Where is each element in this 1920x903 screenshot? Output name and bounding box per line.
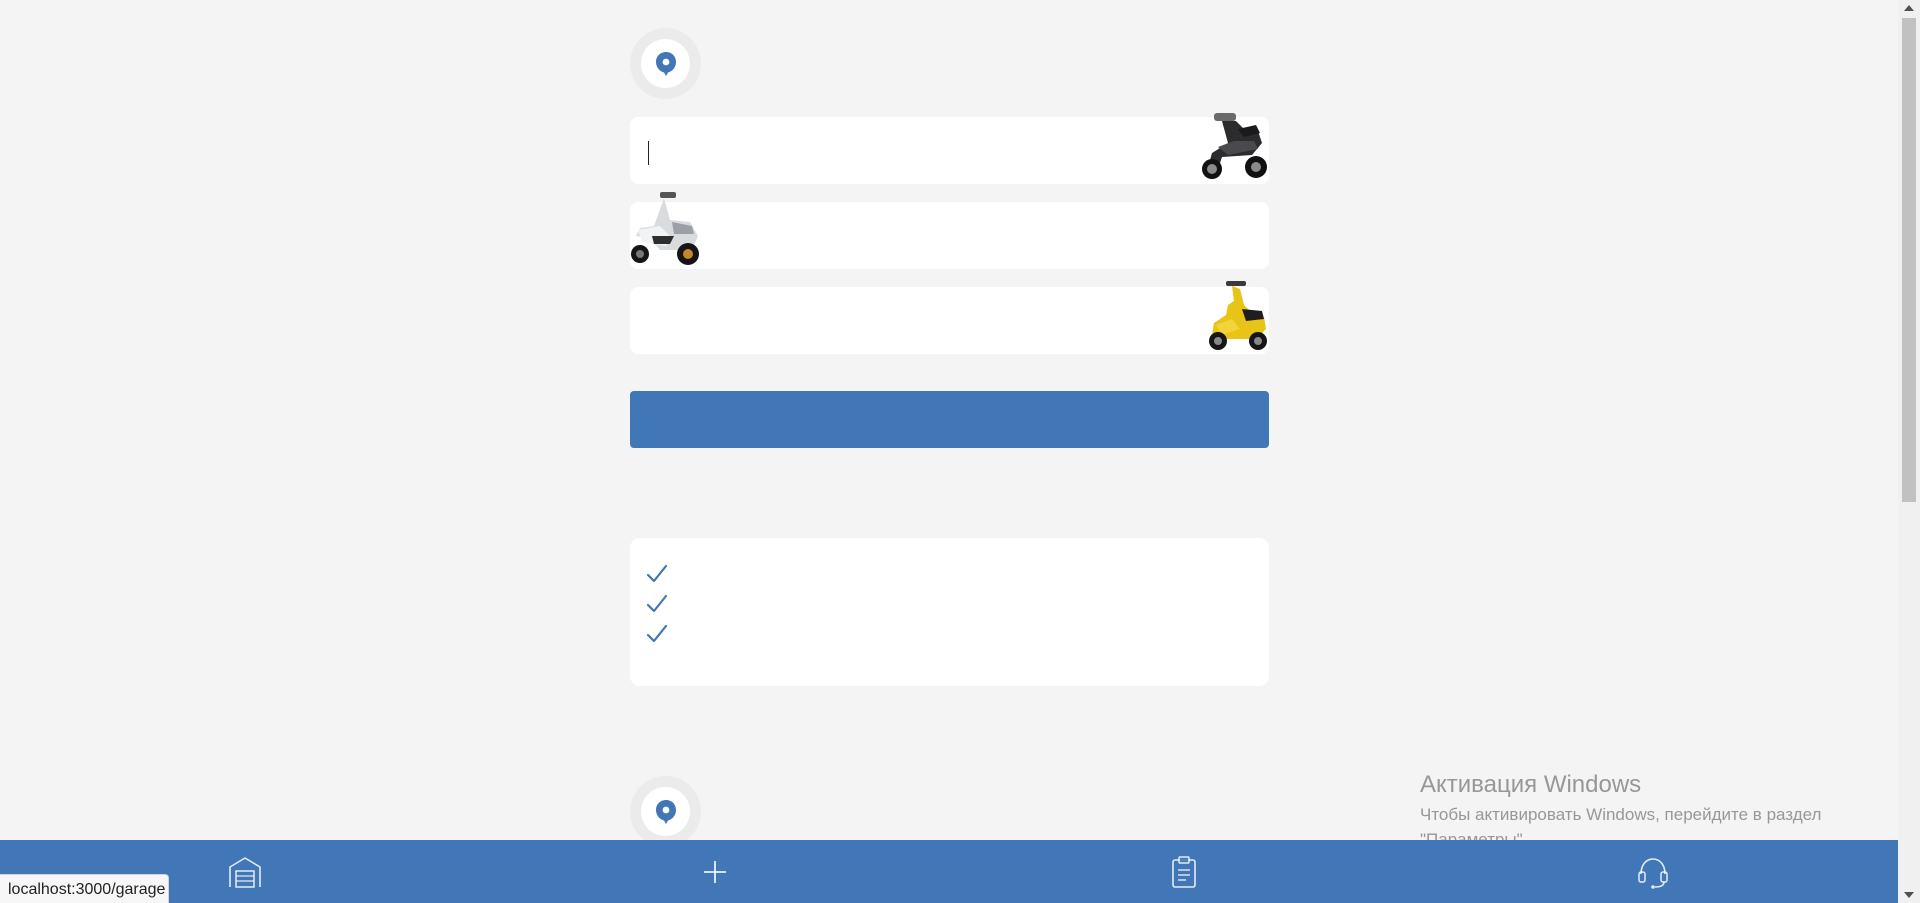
activation-title: Активация Windows — [1420, 771, 1642, 798]
input-field-1[interactable] — [644, 129, 1148, 173]
vertical-scrollbar[interactable] — [1898, 0, 1920, 903]
plus-icon — [704, 860, 726, 883]
scroll-up-arrow-icon[interactable] — [1898, 0, 1920, 16]
bottom-nav — [0, 840, 1898, 903]
scroll-down-arrow-icon[interactable] — [1898, 887, 1920, 903]
nav-support[interactable] — [1623, 840, 1683, 903]
text-caret — [648, 141, 649, 165]
form-field-2 — [630, 192, 1269, 269]
location-pin-icon — [655, 51, 676, 76]
feature-item — [646, 562, 678, 586]
nav-garage[interactable] — [215, 840, 275, 903]
logo-inner — [641, 39, 690, 88]
nav-add[interactable] — [685, 840, 745, 903]
garage-icon — [229, 856, 261, 888]
check-icon — [646, 624, 668, 643]
feature-item — [646, 592, 678, 616]
footer-logo — [630, 776, 701, 847]
headset-icon — [1638, 857, 1668, 889]
location-pin-icon — [655, 799, 676, 824]
logo — [630, 28, 701, 99]
input-field-3[interactable] — [644, 299, 1148, 343]
black-maxi-scooter-icon — [1202, 113, 1267, 179]
feature-item — [646, 622, 678, 646]
white-scooter-icon — [631, 192, 699, 265]
nav-orders[interactable] — [1154, 840, 1214, 903]
scrollbar-thumb[interactable] — [1902, 18, 1916, 502]
submit-button[interactable] — [630, 391, 1269, 448]
activation-description: Чтобы активировать Windows, перейдите в … — [1420, 805, 1822, 824]
footer-logo-inner — [641, 787, 690, 836]
check-icon — [646, 564, 668, 583]
form-field-1 — [630, 113, 1269, 184]
check-icon — [646, 594, 668, 613]
features-card — [630, 538, 1269, 686]
clipboard-icon — [1172, 855, 1196, 888]
page: Активация Windows Чтобы активировать Win… — [0, 0, 1920, 903]
yellow-vespa-scooter-icon — [1209, 281, 1267, 350]
status-bar-url: localhost:3000/garage — [0, 874, 170, 903]
input-field-2[interactable] — [710, 214, 1214, 258]
form-field-3 — [630, 281, 1269, 354]
